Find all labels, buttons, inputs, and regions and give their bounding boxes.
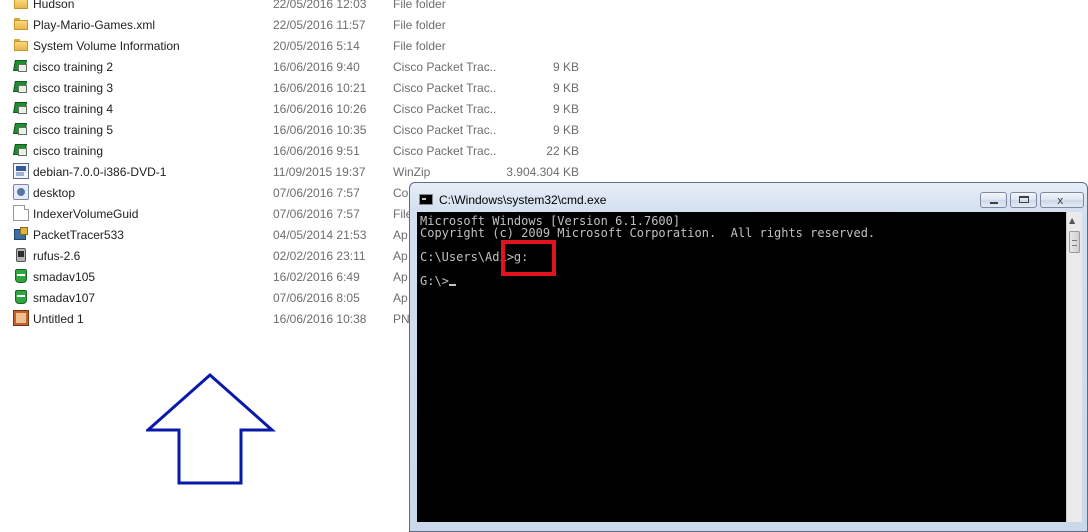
file-date: 07/06/2016 8:05: [273, 291, 360, 305]
minimize-button[interactable]: [980, 192, 1007, 208]
packet-tracer-file-icon: [13, 142, 29, 158]
file-type: File folder: [393, 0, 446, 11]
file-name: Hudson: [33, 0, 75, 11]
file-type: WinZip: [393, 165, 431, 179]
cmd-app-icon[interactable]: [419, 194, 433, 205]
installer-icon: [13, 226, 29, 242]
packet-tracer-file-icon: [13, 79, 29, 95]
file-type: File folder: [393, 39, 446, 53]
file-date: 07/06/2016 7:57: [273, 207, 360, 221]
file-date: 20/05/2016 5:14: [273, 39, 360, 53]
file-name: PacketTracer533: [33, 228, 124, 242]
packet-tracer-file-icon: [13, 100, 29, 116]
file-name: Play-Mario-Games.xml: [33, 18, 156, 32]
file-type: Cisco Packet Trac...: [393, 144, 497, 158]
file-size: 9 KB: [552, 102, 579, 116]
file-date: 16/06/2016 10:21: [273, 81, 367, 95]
up-arrow-annotation: [146, 373, 276, 485]
file-date: 04/05/2014 21:53: [273, 228, 367, 242]
file-name: smadav105: [33, 270, 96, 284]
highlight-annotation-box: [501, 240, 556, 276]
usb-app-icon: [13, 247, 29, 263]
file-size: 9 KB: [552, 123, 579, 137]
cmd-window-title: C:\Windows\system32\cmd.exe: [439, 193, 607, 207]
file-date: 11/09/2015 19:37: [273, 165, 366, 179]
file-row[interactable]: System Volume Information 20/05/2016 5:1…: [0, 35, 620, 56]
console-prompt: G:\>: [420, 274, 449, 288]
file-date: 22/05/2016 11:57: [273, 18, 366, 32]
file-type: File folder: [393, 18, 446, 32]
file-date: 07/06/2016 7:57: [273, 186, 360, 200]
file-date: 16/06/2016 10:26: [273, 102, 367, 116]
png-image-icon: [13, 310, 29, 326]
file-date: 16/06/2016 9:40: [273, 60, 360, 74]
scroll-up-arrow-icon[interactable]: ▲: [1069, 216, 1075, 225]
cmd-titlebar[interactable]: C:\Windows\system32\cmd.exe x: [410, 183, 1087, 213]
file-size: 3.904.304 KB: [506, 165, 579, 179]
vertical-scrollbar[interactable]: ▲: [1066, 212, 1082, 522]
file-type: Cisco Packet Trac...: [393, 60, 497, 74]
cmd-window[interactable]: C:\Windows\system32\cmd.exe x Microsoft …: [409, 182, 1088, 532]
file-row[interactable]: cisco training 5 16/06/2016 10:35 Cisco …: [0, 119, 620, 140]
maximize-button[interactable]: [1010, 192, 1037, 208]
file-row[interactable]: cisco training 2 16/06/2016 9:40 Cisco P…: [0, 56, 620, 77]
file-date: 16/02/2016 6:49: [273, 270, 360, 284]
scrollbar-thumb[interactable]: [1069, 231, 1080, 253]
file-row[interactable]: debian-7.0.0-i386-DVD-1 11/09/2015 19:37…: [0, 161, 620, 182]
close-button[interactable]: x: [1040, 192, 1084, 208]
file-name: cisco training: [33, 144, 104, 158]
smadav-icon: [13, 289, 29, 305]
smadav-icon: [13, 268, 29, 284]
desktop-ini-icon: [13, 184, 29, 200]
file-name: cisco training 4: [33, 102, 114, 116]
folder-icon: [13, 16, 29, 32]
file-date: 16/06/2016 10:38: [273, 312, 367, 326]
file-name: Untitled 1: [33, 312, 84, 326]
file-name: System Volume Information: [33, 39, 180, 53]
iso-file-icon: [13, 163, 29, 179]
console-line: Copyright (c) 2009 Microsoft Corporation…: [420, 226, 876, 240]
file-size: 22 KB: [546, 144, 579, 158]
file-name: smadav107: [33, 291, 96, 305]
file-type: Cisco Packet Trac...: [393, 102, 497, 116]
file-size: 9 KB: [552, 81, 579, 95]
folder-icon: [13, 37, 29, 53]
minimize-icon: [990, 202, 998, 204]
text-cursor: [448, 284, 456, 286]
file-size: 9 KB: [552, 60, 579, 74]
file-row[interactable]: cisco training 3 16/06/2016 10:21 Cisco …: [0, 77, 620, 98]
file-name: IndexerVolumeGuid: [33, 207, 139, 221]
close-icon: x: [1057, 194, 1064, 207]
file-type: Cisco Packet Trac...: [393, 81, 497, 95]
maximize-icon: [1019, 196, 1029, 203]
console-prompt-line: G:\>: [420, 275, 456, 287]
folder-icon: [13, 0, 29, 11]
arrow-shape: [146, 373, 276, 485]
file-date: 16/06/2016 10:35: [273, 123, 367, 137]
file-row[interactable]: cisco training 16/06/2016 9:51 Cisco Pac…: [0, 140, 620, 161]
file-date: 02/02/2016 23:11: [273, 249, 366, 263]
file-name: debian-7.0.0-i386-DVD-1: [33, 165, 167, 179]
file-row[interactable]: Play-Mario-Games.xml 22/05/2016 11:57 Fi…: [0, 14, 620, 35]
file-row[interactable]: Hudson 22/05/2016 12:03 File folder: [0, 0, 620, 14]
file-row[interactable]: cisco training 4 16/06/2016 10:26 Cisco …: [0, 98, 620, 119]
file-date: 16/06/2016 9:51: [273, 144, 360, 158]
packet-tracer-file-icon: [13, 58, 29, 74]
file-type: Cisco Packet Trac...: [393, 123, 497, 137]
packet-tracer-file-icon: [13, 121, 29, 137]
blank-file-icon: [13, 205, 29, 221]
file-name: cisco training 3: [33, 81, 114, 95]
file-name: cisco training 2: [33, 60, 114, 74]
file-name: rufus-2.6: [33, 249, 81, 263]
file-date: 22/05/2016 12:03: [273, 0, 367, 11]
file-name: desktop: [33, 186, 76, 200]
file-name: cisco training 5: [33, 123, 114, 137]
